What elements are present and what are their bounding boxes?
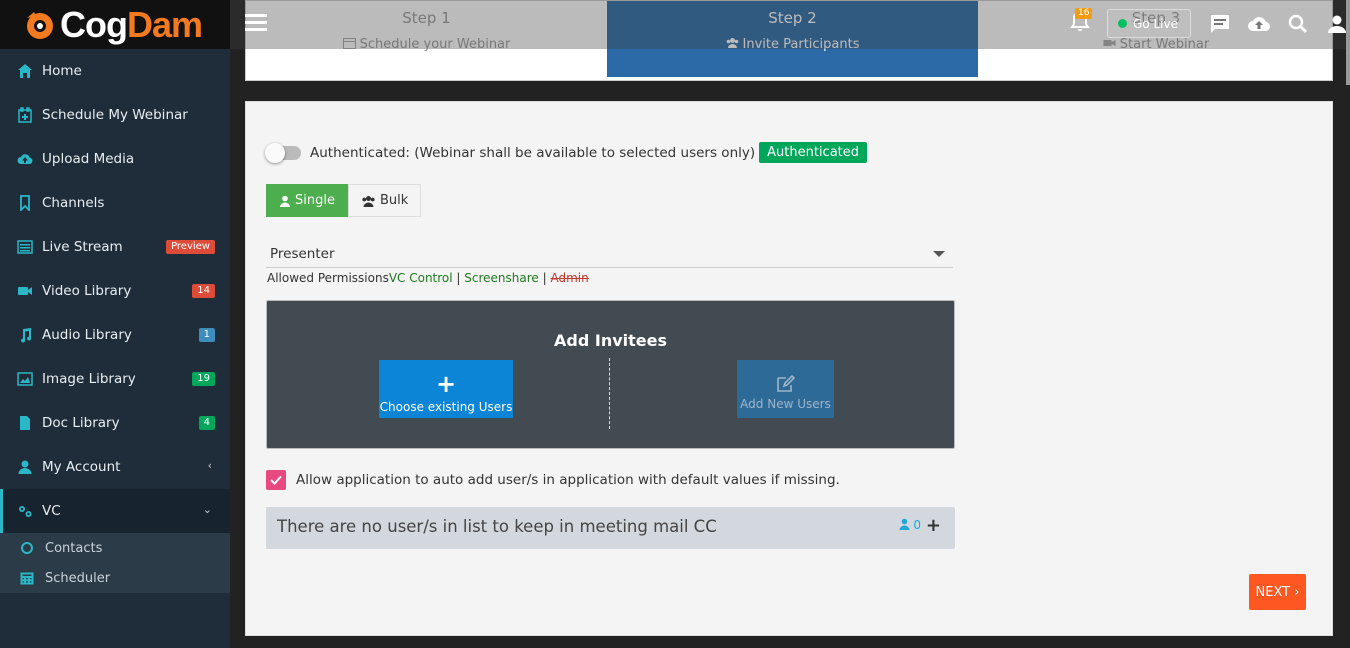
gears-icon: [17, 503, 33, 519]
mail-cc-box: There are no user/s in list to keep in m…: [266, 507, 955, 549]
authenticated-text: Authenticated: (Webinar shall be availab…: [310, 144, 756, 161]
sidebar-item-schedule-webinar[interactable]: Schedule My Webinar: [0, 93, 230, 137]
choose-existing-users-button[interactable]: + Choose existing Users: [379, 360, 513, 418]
add-invitees-box: Add Invitees + Choose existing Users Add…: [266, 300, 955, 449]
user-icon: [280, 195, 290, 207]
sidebar-item-label: Channels: [42, 195, 105, 211]
chat-icon[interactable]: [1208, 12, 1232, 36]
invite-panel: Authenticated: (Webinar shall be availab…: [245, 101, 1333, 636]
users-icon: [362, 195, 375, 207]
home-icon: [17, 63, 33, 79]
logo[interactable]: CogDam: [0, 0, 230, 49]
live-status-dot: [1118, 19, 1127, 28]
allowed-permissions: Allowed PermissionsVC Control | Screensh…: [267, 271, 589, 285]
perm-vc-control[interactable]: VC Control: [389, 271, 453, 285]
cloud-upload-icon: [17, 151, 33, 167]
single-button[interactable]: Single: [266, 184, 348, 217]
go-live-label: Go Live: [1133, 16, 1178, 31]
perm-admin[interactable]: Admin: [550, 271, 588, 285]
sidebar-item-home[interactable]: Home: [0, 49, 230, 93]
sidebar-item-video-library[interactable]: Video Library 14: [0, 269, 230, 313]
authenticated-badge: Authenticated: [759, 142, 868, 163]
count-badge: 19: [192, 372, 215, 386]
sidebar: CogDam Home Schedule My Webinar Upload M…: [0, 0, 230, 648]
count-badge: 4: [198, 416, 215, 430]
user-icon: [17, 459, 33, 475]
sidebar-item-label: Live Stream: [42, 239, 123, 255]
calendar-icon: [20, 571, 34, 585]
bulk-button[interactable]: Bulk: [347, 184, 422, 217]
sidebar-item-label: Upload Media: [42, 151, 135, 167]
auto-add-row: Allow application to auto add user/s in …: [266, 470, 840, 490]
sidebar-item-label: Video Library: [42, 283, 132, 299]
sidebar-item-scheduler[interactable]: Scheduler: [0, 563, 230, 593]
image-icon: [17, 371, 33, 387]
vc-submenu: Contacts Scheduler: [0, 533, 230, 593]
cloud-upload-icon[interactable]: [1247, 12, 1271, 36]
file-icon: [17, 415, 33, 431]
go-live-button[interactable]: Go Live: [1107, 9, 1191, 38]
auto-add-checkbox[interactable]: [266, 470, 286, 490]
circle-icon: [20, 541, 34, 555]
caret-down-icon: [933, 251, 945, 257]
sidebar-item-label: Home: [42, 63, 82, 79]
top-navbar: 16 Go Live: [230, 0, 1350, 49]
sidebar-item-label: Schedule My Webinar: [42, 107, 188, 123]
sidebar-item-label: My Account: [42, 459, 121, 475]
sidebar-item-label: Contacts: [45, 540, 103, 556]
sidebar-item-audio-library[interactable]: Audio Library 1: [0, 313, 230, 357]
chevron-down-icon: ⌄: [202, 503, 212, 516]
sidebar-item-label: Scheduler: [45, 570, 111, 586]
chevron-left-icon: ‹: [207, 459, 212, 472]
sidebar-item-label: Image Library: [42, 371, 136, 387]
sidebar-item-upload-media[interactable]: Upload Media: [0, 137, 230, 181]
sidebar-item-label: Doc Library: [42, 415, 120, 431]
role-select-value: Presenter: [270, 246, 335, 262]
auto-add-label: Allow application to auto add user/s in …: [296, 472, 840, 488]
preview-badge: Preview: [166, 240, 215, 254]
next-button[interactable]: NEXT ›: [1249, 574, 1306, 610]
add-new-users-button[interactable]: Add New Users: [737, 360, 834, 418]
sidebar-item-doc-library[interactable]: Doc Library 4: [0, 401, 230, 445]
authenticated-row: Authenticated: (Webinar shall be availab…: [265, 142, 868, 163]
add-invitees-title: Add Invitees: [554, 331, 667, 350]
bookmark-icon: [17, 195, 33, 213]
gears-icon: [17, 239, 33, 255]
count-badge: 1: [198, 328, 215, 342]
sidebar-item-channels[interactable]: Channels: [0, 181, 230, 225]
user-icon: [899, 518, 910, 530]
search-icon[interactable]: [1286, 12, 1310, 36]
sidebar-item-live-stream[interactable]: Live Stream Preview: [0, 225, 230, 269]
mail-cc-empty-text: There are no user/s in list to keep in m…: [277, 517, 717, 536]
sidebar-item-my-account[interactable]: My Account ‹: [0, 445, 230, 489]
sidebar-item-label: VC: [42, 503, 61, 519]
divider: [609, 358, 610, 429]
page-scrollbar[interactable]: [1346, 0, 1350, 85]
video-icon: [17, 283, 33, 299]
authenticated-toggle[interactable]: [265, 142, 301, 163]
invite-mode-group: Single Bulk: [266, 184, 422, 217]
perm-screenshare[interactable]: Screenshare: [464, 271, 539, 285]
add-cc-plus-icon[interactable]: +: [926, 515, 941, 536]
notification-count-badge: 16: [1075, 8, 1093, 19]
sidebar-item-image-library[interactable]: Image Library 19: [0, 357, 230, 401]
cc-user-count: 0: [899, 518, 921, 532]
role-select[interactable]: Presenter: [266, 242, 953, 268]
hamburger-menu-icon[interactable]: [245, 14, 267, 32]
count-badge: 14: [192, 284, 215, 298]
sidebar-item-vc[interactable]: VC ⌄: [0, 489, 230, 533]
mascot-icon: [27, 12, 53, 39]
edit-icon: [776, 374, 795, 392]
music-icon: [17, 327, 33, 343]
plus-icon: +: [435, 370, 457, 398]
sidebar-item-contacts[interactable]: Contacts: [0, 533, 230, 563]
calendar-plus-icon: [17, 107, 33, 123]
sidebar-item-label: Audio Library: [42, 327, 132, 343]
brand-name: CogDam: [60, 4, 203, 45]
